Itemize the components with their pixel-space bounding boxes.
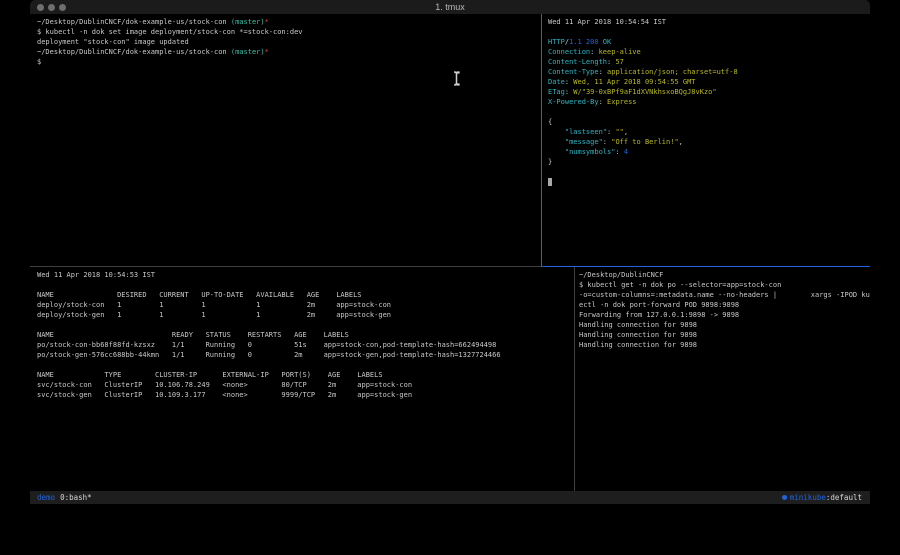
kube-namespace-label: :default: [826, 493, 862, 502]
desktop-background: 1. tmux ~/Desktop/DublinCNCF/dok-example…: [0, 0, 900, 555]
kube-context-label: minikube: [790, 493, 826, 502]
tmux-status-bar: demo 0:bash* minikube :default: [30, 491, 870, 504]
window-tab-bash[interactable]: 0:bash*: [60, 493, 92, 502]
pane-top-left-shell[interactable]: ~/Desktop/DublinCNCF/dok-example-us/stoc…: [30, 14, 548, 269]
session-name: demo: [37, 493, 55, 502]
pane-bottom-right-port-forward[interactable]: ~/Desktop/DublinCNCF$ kubectl get -n dok…: [575, 267, 870, 494]
tmux-terminal: ~/Desktop/DublinCNCF/dok-example-us/stoc…: [30, 14, 870, 504]
pane-top-right-http-response[interactable]: Wed 11 Apr 2018 10:54:54 IST HTTP/1.1 20…: [542, 14, 870, 269]
window-title: 1. tmux: [30, 0, 870, 14]
kubernetes-helm-icon: [782, 495, 787, 500]
status-bar-right: minikube :default: [782, 493, 870, 502]
status-bar-left: demo 0:bash*: [30, 493, 92, 502]
mouse-ibeam-cursor: [452, 71, 461, 86]
pane-bottom-left-kubectl-watch[interactable]: Wed 11 Apr 2018 10:54:53 IST NAME DESIRE…: [30, 267, 581, 494]
window-titlebar[interactable]: 1. tmux: [30, 0, 870, 14]
terminal-window: 1. tmux ~/Desktop/DublinCNCF/dok-example…: [30, 0, 870, 504]
